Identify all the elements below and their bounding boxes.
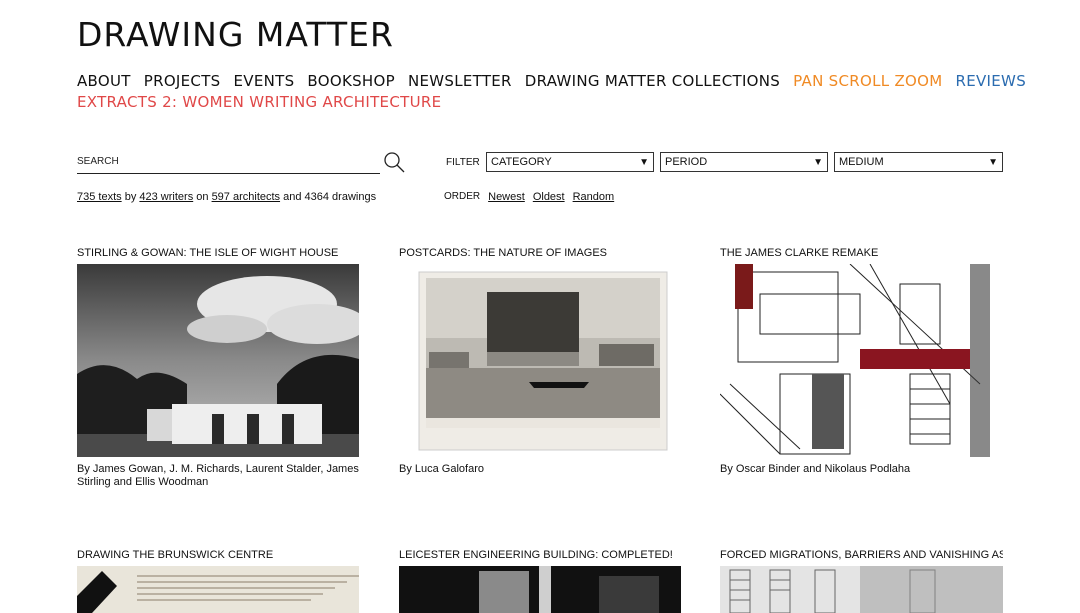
- card-title[interactable]: STIRLING & GOWAN: THE ISLE OF WIGHT HOUS…: [77, 247, 367, 259]
- card-title[interactable]: FORCED MIGRATIONS, BARRIERS AND VANISHIN…: [720, 549, 1003, 561]
- card-authors: By Oscar Binder and Nikolaus Podlaha: [720, 463, 911, 475]
- card-image[interactable]: [77, 566, 359, 613]
- card-authors: By Luca Galofaro: [399, 463, 484, 475]
- search-input[interactable]: [77, 152, 367, 171]
- main-nav: ABOUT PROJECTS EVENTS BOOKSHOP NEWSLETTE…: [77, 72, 1039, 111]
- nav-about[interactable]: ABOUT: [77, 72, 131, 90]
- nav-newsletter[interactable]: NEWSLETTER: [408, 72, 512, 90]
- nav-bookshop[interactable]: BOOKSHOP: [307, 72, 395, 90]
- nav-extracts[interactable]: EXTRACTS 2: WOMEN WRITING ARCHITECTURE: [77, 93, 441, 111]
- stats-line: 735 texts by 423 writers on 597 architec…: [77, 191, 376, 203]
- order-label: ORDER: [444, 191, 481, 202]
- architects-link[interactable]: 597 architects: [212, 191, 280, 203]
- dropdown-arrow-icon: ▼: [639, 156, 649, 168]
- card-title[interactable]: DRAWING THE BRUNSWICK CENTRE: [77, 549, 367, 561]
- filter-label: FILTER: [446, 157, 480, 168]
- card-title[interactable]: THE JAMES CLARKE REMAKE: [720, 247, 1010, 259]
- nav-events[interactable]: EVENTS: [233, 72, 294, 90]
- dropdown-arrow-icon: ▼: [813, 156, 823, 168]
- nav-collections[interactable]: DRAWING MATTER COLLECTIONS: [525, 72, 780, 90]
- medium-select[interactable]: MEDIUM ▼: [834, 152, 1003, 172]
- order-newest[interactable]: Newest: [488, 191, 525, 203]
- card-image[interactable]: [720, 566, 1003, 613]
- order-oldest[interactable]: Oldest: [533, 191, 565, 203]
- card-image[interactable]: [720, 264, 1003, 457]
- stats-on: on: [196, 191, 209, 203]
- card-image[interactable]: [77, 264, 359, 457]
- search-box: [77, 151, 380, 174]
- category-select[interactable]: CATEGORY ▼: [486, 152, 654, 172]
- stats-drawings: and 4364 drawings: [283, 191, 377, 203]
- search-icon[interactable]: [383, 151, 405, 173]
- texts-link[interactable]: 735 texts: [77, 191, 122, 203]
- dropdown-arrow-icon: ▼: [988, 156, 998, 168]
- card-image[interactable]: [399, 566, 681, 613]
- order-controls: ORDER Newest Oldest Random: [444, 191, 614, 203]
- period-select[interactable]: PERIOD ▼: [660, 152, 828, 172]
- order-random[interactable]: Random: [573, 191, 615, 203]
- nav-projects[interactable]: PROJECTS: [144, 72, 221, 90]
- card-authors: By James Gowan, J. M. Richards, Laurent …: [77, 463, 359, 488]
- card-title[interactable]: POSTCARDS: THE NATURE OF IMAGES: [399, 247, 689, 259]
- card-title[interactable]: LEICESTER ENGINEERING BUILDING: COMPLETE…: [399, 549, 689, 561]
- writers-link[interactable]: 423 writers: [139, 191, 193, 203]
- period-select-value: PERIOD: [665, 156, 708, 168]
- nav-pan-scroll-zoom[interactable]: PAN SCROLL ZOOM: [793, 72, 942, 90]
- medium-select-value: MEDIUM: [839, 156, 884, 168]
- category-select-value: CATEGORY: [491, 156, 552, 168]
- card-image[interactable]: [399, 264, 681, 457]
- nav-reviews[interactable]: REVIEWS: [956, 72, 1027, 90]
- site-logo[interactable]: DRAWING MATTER: [77, 15, 394, 54]
- stats-by: by: [124, 191, 137, 203]
